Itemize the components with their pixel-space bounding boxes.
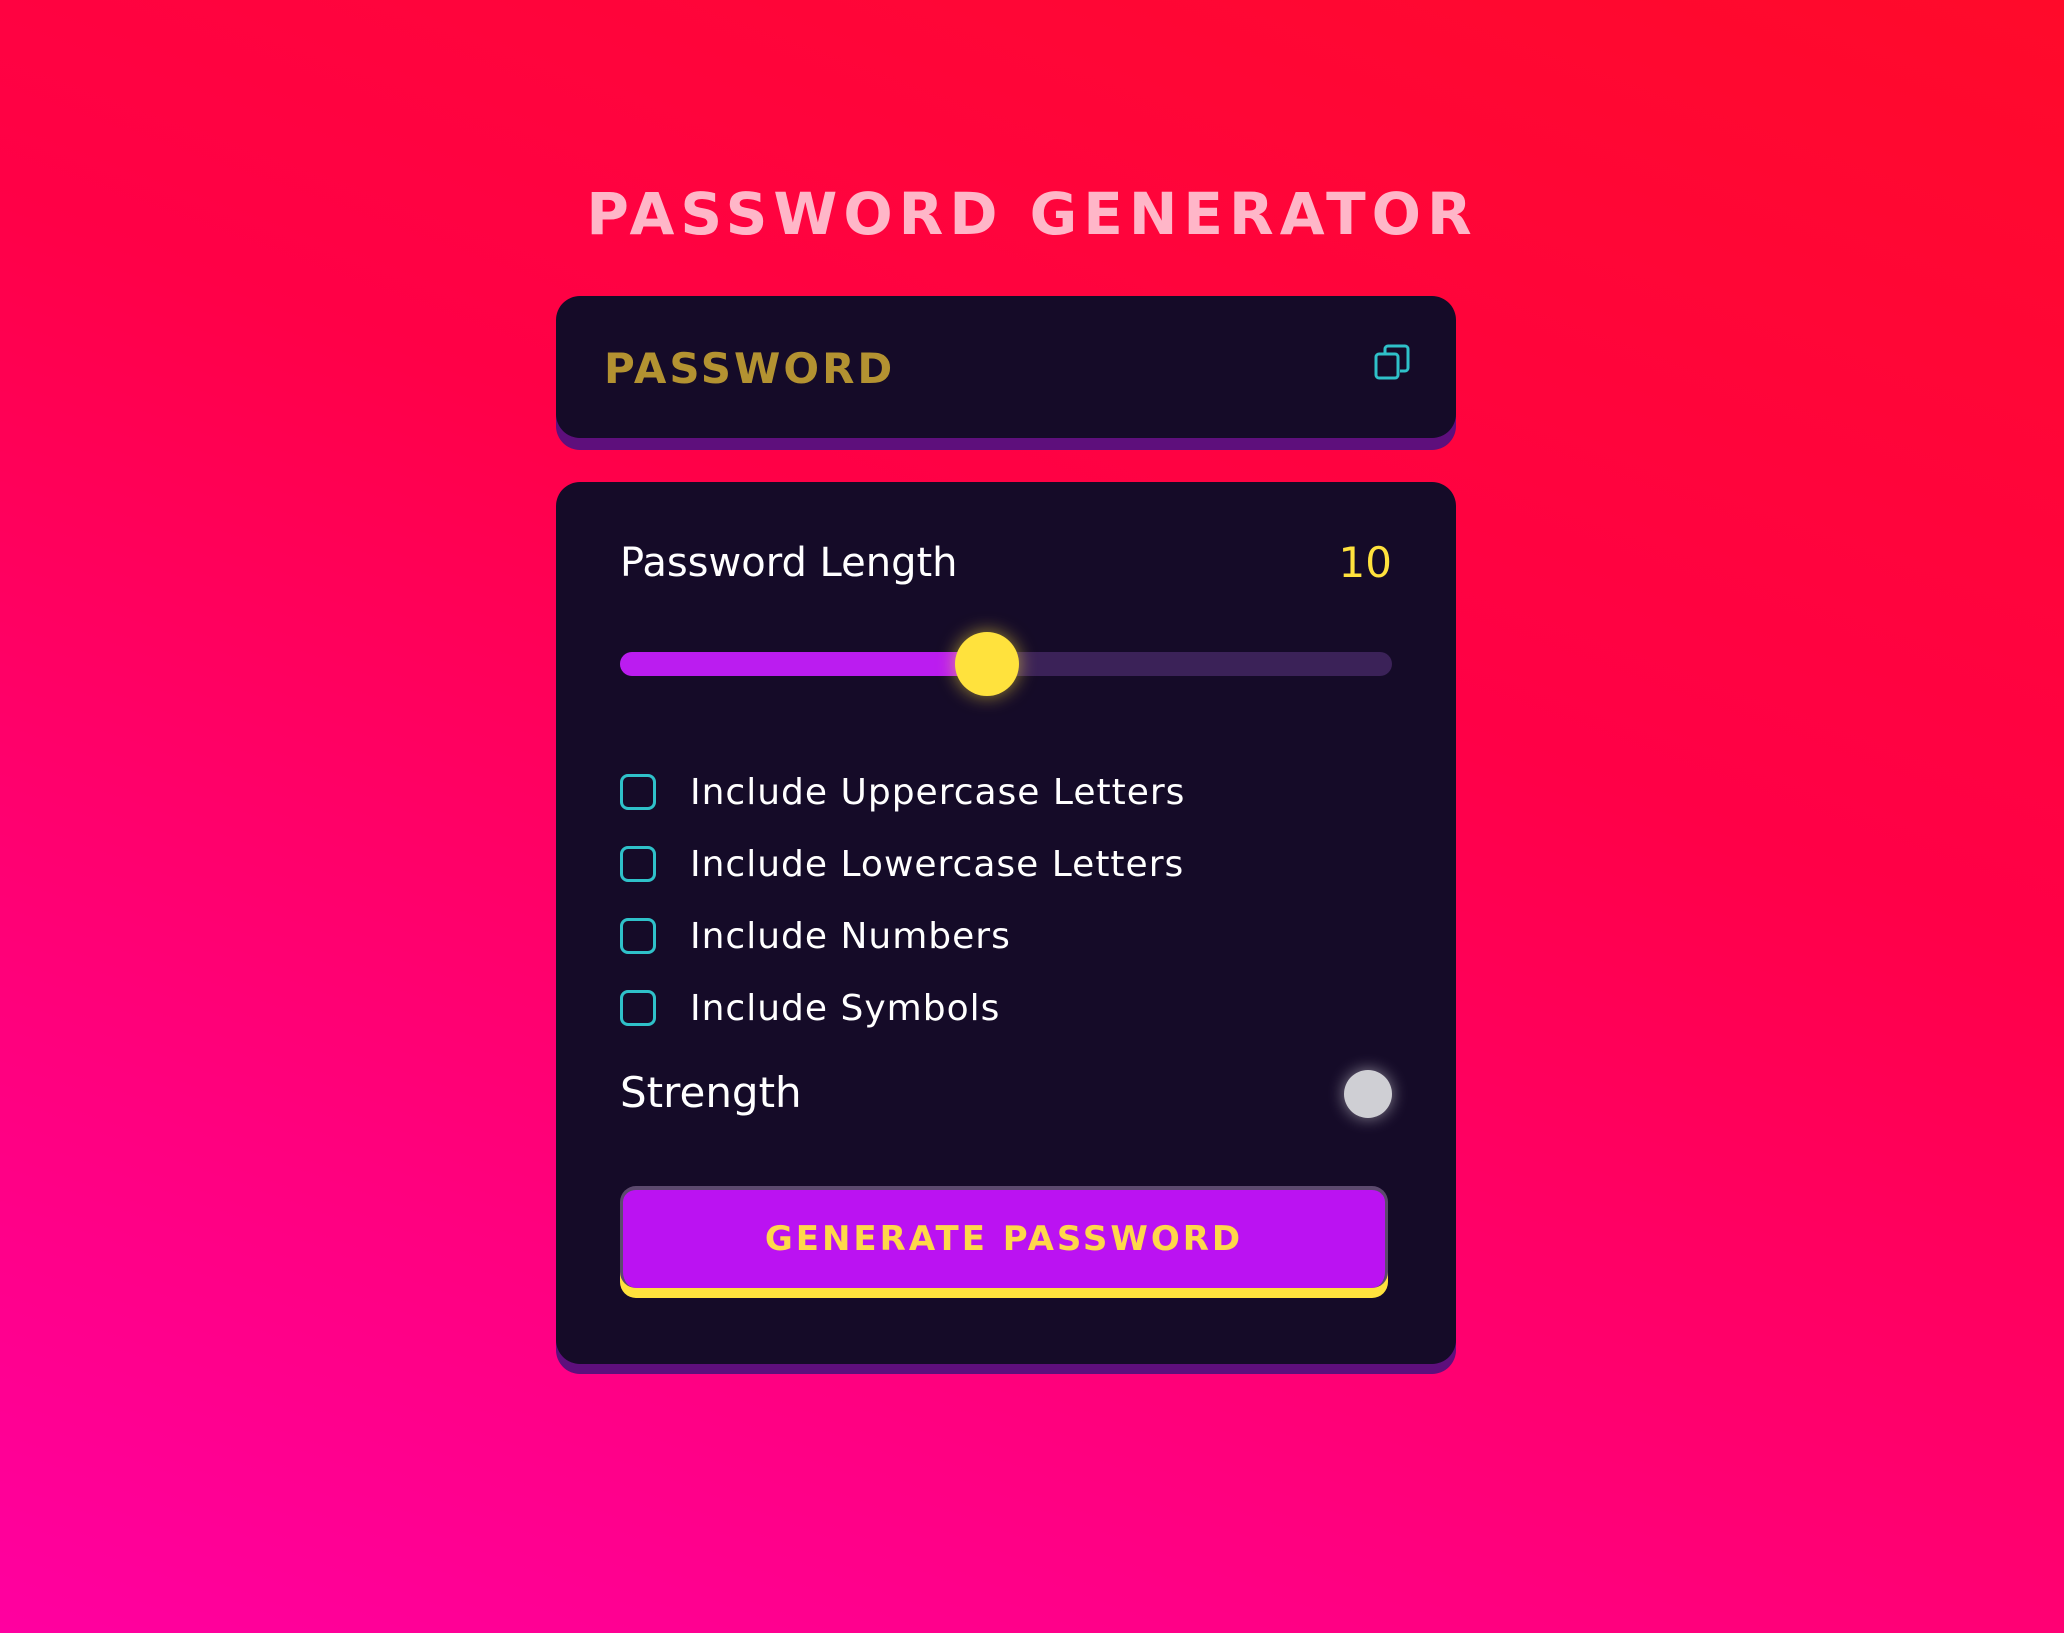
option-lowercase[interactable]: Include Lowercase Letters — [620, 828, 1185, 900]
option-symbols[interactable]: Include Symbols — [620, 972, 1185, 1044]
option-numbers[interactable]: Include Numbers — [620, 900, 1185, 972]
option-label: Include Numbers — [690, 915, 1011, 957]
password-value: PASSWORD — [604, 344, 896, 393]
length-label: Password Length — [620, 540, 958, 586]
slider-fill — [620, 652, 987, 676]
option-label: Include Symbols — [690, 987, 1001, 1029]
length-slider[interactable] — [620, 632, 1392, 696]
generate-password-button[interactable]: GENERATE PASSWORD — [620, 1186, 1388, 1288]
copy-icon — [1374, 344, 1410, 380]
option-uppercase[interactable]: Include Uppercase Letters — [620, 756, 1185, 828]
lowercase-checkbox[interactable] — [620, 846, 656, 882]
option-label: Include Uppercase Letters — [690, 771, 1186, 813]
length-value: 10 — [1338, 538, 1392, 587]
generate-button-label: GENERATE PASSWORD — [764, 1219, 1244, 1259]
page-title: PASSWORD GENERATOR — [586, 180, 1478, 248]
symbols-checkbox[interactable] — [620, 990, 656, 1026]
strength-label: Strength — [620, 1068, 802, 1117]
copy-button[interactable] — [1364, 334, 1420, 390]
numbers-checkbox[interactable] — [620, 918, 656, 954]
password-display: PASSWORD — [556, 296, 1456, 438]
strength-indicator — [1344, 1070, 1392, 1118]
uppercase-checkbox[interactable] — [620, 774, 656, 810]
options-list: Include Uppercase Letters Include Lowerc… — [620, 756, 1185, 1044]
settings-card: Password Length 10 Include Uppercase Let… — [556, 482, 1456, 1364]
slider-thumb[interactable] — [954, 632, 1019, 696]
option-label: Include Lowercase Letters — [690, 843, 1185, 885]
